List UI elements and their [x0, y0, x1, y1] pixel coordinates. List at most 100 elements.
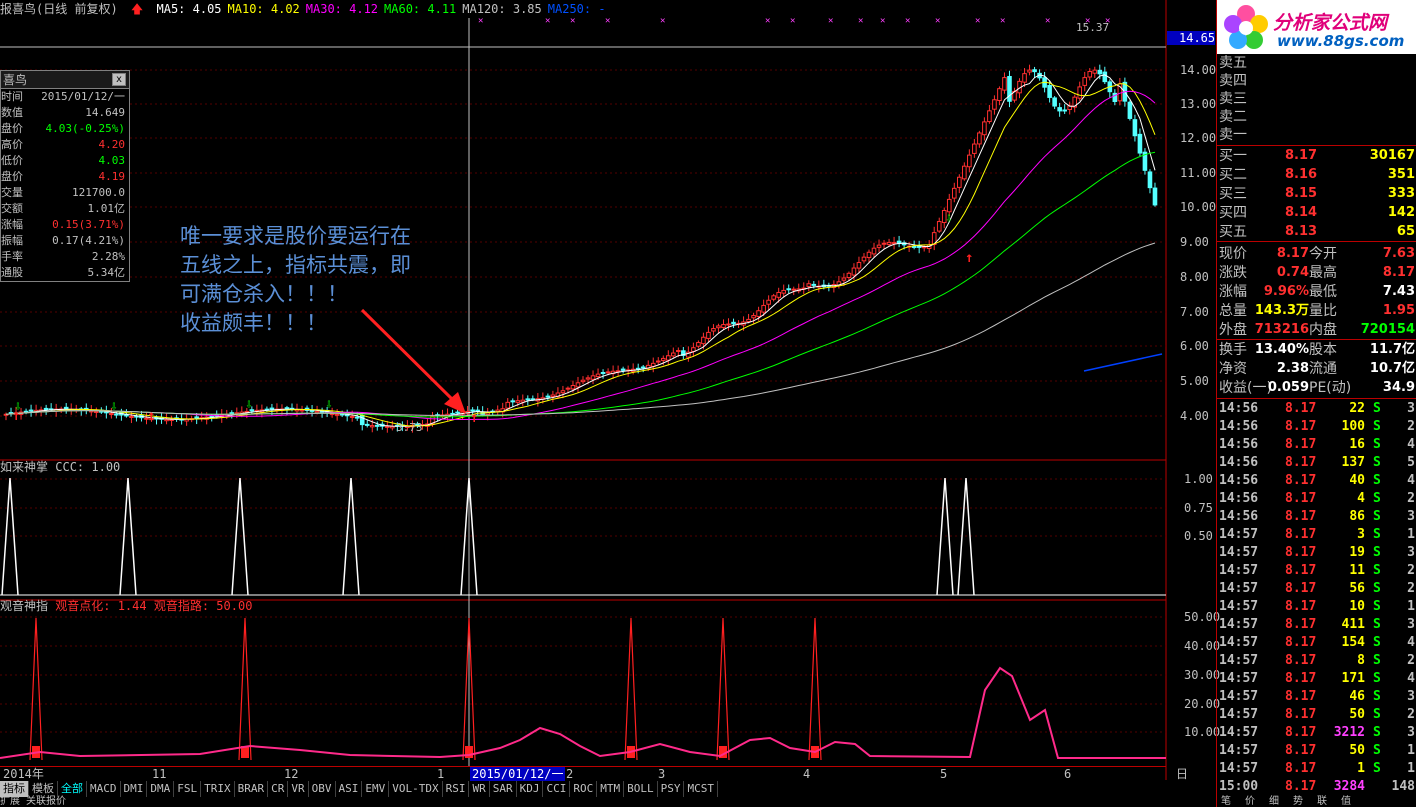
- indicator-tab[interactable]: RSI: [443, 781, 470, 797]
- info-value: 121700.0: [72, 186, 125, 199]
- indicator-tick-label: 50.00: [1184, 610, 1221, 624]
- price-tick-label: 9.00: [1180, 235, 1209, 249]
- info-window[interactable]: 喜鸟 x 时间 2015/01/12/一 数值 14.649 盘价 4.03(-0.25%…: [0, 70, 130, 282]
- quote-panel: 分析家公式网 www.88gs.com 卖五 卖四 卖三 卖二 卖一 买一 8.17 301…: [1216, 0, 1416, 807]
- indicator-tab[interactable]: CR: [268, 781, 289, 797]
- candle-body: [655, 360, 661, 363]
- indicator-tab[interactable]: SAR: [490, 781, 517, 797]
- detail-tab[interactable]: 细: [1269, 797, 1279, 807]
- detail-tab[interactable]: 笔: [1221, 797, 1231, 807]
- indicator-tab[interactable]: 指标: [0, 781, 29, 797]
- indicator-tab[interactable]: ROC: [570, 781, 598, 797]
- buy-level-row: 买二 8.16 351: [1217, 166, 1416, 184]
- close-icon[interactable]: x: [112, 73, 126, 86]
- candle-body: [911, 245, 917, 248]
- candle-body: [455, 411, 460, 414]
- trade-direction: S: [1373, 617, 1381, 632]
- indicator2-spike: [238, 617, 252, 761]
- indicator-tab[interactable]: EMV: [362, 781, 390, 797]
- indicator-tab[interactable]: OBV: [309, 781, 336, 797]
- time-tick-label: 11: [152, 767, 167, 781]
- info-row: 交额 1.01亿: [1, 201, 129, 217]
- signal-mark: ✕: [765, 16, 770, 26]
- time-tick-label: 3: [658, 767, 666, 781]
- quote-label: 净资: [1219, 361, 1247, 377]
- info-value: 2015/01/12/一: [41, 90, 125, 103]
- trade-count: 3: [1407, 689, 1415, 704]
- detail-tab[interactable]: 联: [1317, 797, 1327, 807]
- trade-row: 14:57 8.17 56 S 2: [1217, 580, 1416, 598]
- detail-tab[interactable]: 势: [1293, 797, 1303, 807]
- candle-body: [565, 387, 571, 390]
- quote-label: 现价: [1219, 246, 1247, 262]
- detail-tab[interactable]: 值: [1341, 797, 1351, 807]
- candle-body: [570, 384, 576, 390]
- indicator-tabs: 指标 模板 全部 MACD DMI DMA FSL TRIX BRAR CR VR OBV ASI EMV…: [0, 781, 1216, 797]
- candle-body: [1152, 187, 1158, 206]
- candle-body: [1062, 109, 1067, 112]
- candle-body: [1147, 171, 1153, 189]
- detail-tab[interactable]: 价: [1245, 797, 1255, 807]
- candle-body: [1052, 97, 1057, 107]
- candle-body: [1027, 69, 1032, 73]
- indicator-tick-label: 40.00: [1184, 639, 1221, 653]
- trade-count: 2: [1407, 563, 1415, 578]
- indicator-tab[interactable]: MCST: [684, 781, 718, 797]
- indicator-tab[interactable]: 模板: [29, 781, 58, 797]
- status-text[interactable]: 扩展 关联报价: [0, 796, 66, 807]
- indicator2-name[interactable]: 观音神指: [0, 599, 48, 613]
- candle-body: [575, 382, 581, 388]
- candle-body: [962, 165, 967, 180]
- trade-price: 8.17: [1285, 563, 1317, 578]
- kline-chart[interactable]: ✕ ✕ ✕ ✕ ✕ ✕ ✕ ✕ ✕ ✕ ✕ ✕ ✕ ✕ ✕ ✕ ✕↑ ↑↑↑⇩ ⇩ ⇩ ⇩⇩: [0, 0, 1416, 807]
- trade-count: 3: [1407, 401, 1415, 416]
- trade-row: 14:57 8.17 1 S 1: [1217, 760, 1416, 778]
- trade-count: 4: [1407, 473, 1415, 488]
- trade-volume: 40: [1349, 473, 1365, 488]
- indicator-tab[interactable]: TRIX: [201, 781, 235, 797]
- candle-body: [987, 110, 992, 123]
- indicator-tab[interactable]: PSY: [658, 781, 685, 797]
- trade-direction: S: [1373, 725, 1381, 740]
- info-row: 高价 4.20: [1, 137, 129, 153]
- indicator-tab[interactable]: DMA: [147, 781, 175, 797]
- indicator-tab[interactable]: VOL-TDX: [389, 781, 443, 797]
- indicator-tab[interactable]: 全部: [58, 781, 87, 797]
- candle-body: [129, 415, 134, 418]
- indicator-tab[interactable]: ASI: [336, 781, 363, 797]
- candle-body: [876, 244, 882, 248]
- trade-price: 8.17: [1285, 437, 1317, 452]
- trade-time: 14:56: [1219, 491, 1259, 506]
- trade-count: 5: [1407, 455, 1415, 470]
- indicator-tab[interactable]: DMI: [121, 781, 148, 797]
- candle-body: [590, 375, 596, 380]
- indicator-tab[interactable]: BOLL: [624, 781, 658, 797]
- indicator-tab[interactable]: BRAR: [235, 781, 269, 797]
- indicator-tab[interactable]: CCI: [543, 781, 571, 797]
- indicator-tab[interactable]: KDJ: [517, 781, 544, 797]
- indicator-tab[interactable]: VR: [288, 781, 309, 797]
- indicator1-spike: [119, 477, 137, 596]
- indicator-tab[interactable]: MTM: [597, 781, 625, 797]
- trade-time: 14:57: [1219, 761, 1259, 776]
- trade-direction: S: [1373, 635, 1381, 650]
- trade-count: 2: [1407, 653, 1415, 668]
- indicator-tab[interactable]: WR: [469, 781, 490, 797]
- trade-price: 8.17: [1285, 419, 1317, 434]
- candle-body: [676, 349, 681, 352]
- sell-level-label: 卖四: [1219, 73, 1247, 89]
- indicator-tab[interactable]: FSL: [174, 781, 202, 797]
- indicator-tab[interactable]: MACD: [87, 781, 121, 797]
- trade-volume: 411: [1341, 617, 1365, 632]
- quote-value: 0.74: [1276, 265, 1309, 280]
- trade-time: 14:57: [1219, 527, 1259, 542]
- trade-count: 1: [1407, 743, 1415, 758]
- indicator1-name[interactable]: 如来神掌: [0, 460, 48, 474]
- trade-direction: S: [1373, 599, 1381, 614]
- indicator-tick-label: 1.00: [1184, 472, 1213, 486]
- trade-price: 8.17: [1285, 527, 1317, 542]
- trade-count: 4: [1407, 671, 1415, 686]
- candle-body: [861, 256, 867, 262]
- annotation-text: 唯一要求是股价要运行在 五线之上，指标共震，即 可满仓杀入！！！ 收益颇丰！！！: [180, 224, 411, 335]
- buy-level-row: 买一 8.17 30167: [1217, 147, 1416, 165]
